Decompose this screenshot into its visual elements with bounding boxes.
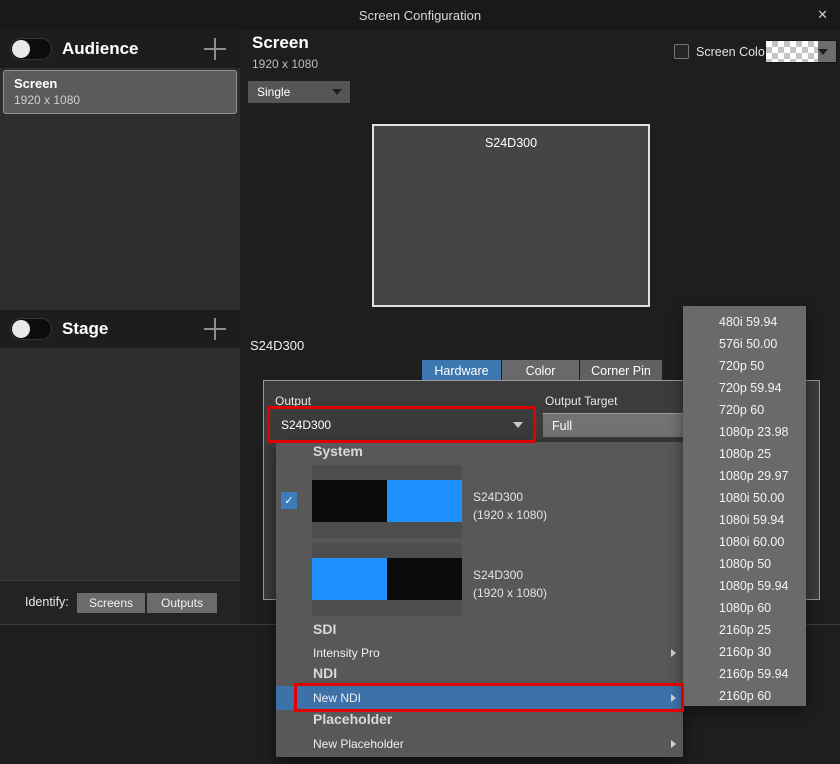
add-audience-screen-icon[interactable] — [204, 38, 226, 60]
selected-monitor-icon — [387, 480, 462, 522]
annotation-new-ndi-highlight — [294, 683, 684, 712]
secondary-monitor-icon — [387, 558, 462, 600]
submenu-item[interactable]: 720p 60 — [683, 399, 806, 421]
display-2-name: S24D300 — [473, 566, 547, 584]
display-arrangement-icon — [312, 480, 462, 522]
annotation-output-dropdown-highlight — [267, 406, 536, 443]
toggle-knob-icon — [12, 40, 30, 58]
output-target-label: Output Target — [545, 394, 618, 408]
display-2-resolution: (1920 x 1080) — [473, 584, 547, 602]
display-1-resolution: (1920 x 1080) — [473, 506, 547, 524]
tab-hardware[interactable]: Hardware — [422, 360, 501, 382]
screen-item-resolution: 1920 x 1080 — [14, 93, 226, 107]
submenu-arrow-icon — [671, 649, 676, 657]
screen-item-title: Screen — [14, 76, 226, 91]
submenu-item[interactable]: 1080p 23.98 — [683, 421, 806, 443]
submenu-item[interactable]: 720p 59.94 — [683, 377, 806, 399]
menu-item-display-1[interactable] — [312, 465, 462, 538]
submenu-item[interactable]: 1080p 29.97 — [683, 465, 806, 487]
submenu-item[interactable]: 1080p 25 — [683, 443, 806, 465]
display-1-name: S24D300 — [473, 488, 547, 506]
window-title: Screen Configuration — [359, 8, 481, 23]
stage-label: Stage — [62, 319, 108, 339]
identify-label: Identify: — [25, 595, 69, 609]
audience-label: Audience — [62, 39, 139, 59]
arrangement-value: Single — [248, 85, 332, 99]
toggle-knob-icon — [12, 320, 30, 338]
output-target-value: Full — [543, 419, 683, 433]
chevron-down-icon — [332, 89, 342, 95]
screen-color-swatch-dropdown[interactable] — [765, 40, 837, 63]
submenu-item[interactable]: 576i 50.00 — [683, 333, 806, 355]
main-screen-resolution: 1920 x 1080 — [252, 57, 318, 71]
sidebar: Audience Screen 1920 x 1080 Stage Identi… — [0, 30, 240, 625]
submenu-arrow-icon — [671, 740, 676, 748]
screen-color-label: Screen Color — [696, 45, 769, 59]
settings-tabs: Hardware Color Corner Pin — [422, 360, 663, 382]
submenu-item[interactable]: 2160p 25 — [683, 619, 806, 641]
check-icon: ✓ — [281, 492, 297, 509]
submenu-item[interactable]: 1080p 59.94 — [683, 575, 806, 597]
screen-configuration-window: Screen Configuration ✕ Audience Screen 1… — [0, 0, 840, 764]
menu-section-ndi: NDI — [313, 665, 337, 681]
menu-section-system: System — [313, 443, 363, 459]
display-2-label: S24D300 (1920 x 1080) — [473, 566, 547, 602]
submenu-item[interactable]: 1080i 60.00 — [683, 531, 806, 553]
menu-section-sdi: SDI — [313, 621, 336, 637]
close-icon[interactable]: ✕ — [817, 7, 828, 23]
swatch-arrow-section — [818, 41, 836, 62]
submenu-item[interactable]: 480i 59.94 — [683, 311, 806, 333]
screen-color-checkbox[interactable] — [674, 44, 689, 59]
menu-section-placeholder: Placeholder — [313, 711, 392, 727]
chevron-down-icon — [818, 49, 828, 55]
titlebar: Screen Configuration ✕ — [0, 0, 840, 30]
stage-header: Stage — [0, 310, 240, 348]
menu-item-intensity-pro[interactable]: Intensity Pro — [276, 642, 683, 664]
selected-monitor-icon — [312, 558, 387, 600]
submenu-item[interactable]: 2160p 30 — [683, 641, 806, 663]
tab-corner-pin[interactable]: Corner Pin — [580, 360, 662, 382]
secondary-monitor-icon — [312, 480, 387, 522]
audience-toggle[interactable] — [10, 38, 52, 60]
submenu-item[interactable]: 720p 50 — [683, 355, 806, 377]
add-stage-screen-icon[interactable] — [204, 318, 226, 340]
menu-item-display-2[interactable] — [312, 543, 462, 616]
identify-outputs-button[interactable]: Outputs — [147, 593, 217, 613]
submenu-item[interactable]: 1080i 50.00 — [683, 487, 806, 509]
preview-display-name: S24D300 — [374, 136, 648, 150]
sidebar-item-screen[interactable]: Screen 1920 x 1080 — [3, 70, 237, 114]
stage-toggle[interactable] — [10, 318, 52, 340]
display-1-label: S24D300 (1920 x 1080) — [473, 488, 547, 524]
output-section-title: S24D300 — [250, 338, 304, 353]
main-screen-title: Screen — [252, 33, 309, 53]
identify-bar: Identify: Screens Outputs — [0, 580, 240, 625]
audience-header: Audience — [0, 30, 240, 68]
submenu-item[interactable]: 1080p 60 — [683, 597, 806, 619]
menu-item-new-placeholder[interactable]: New Placeholder — [276, 733, 683, 755]
tab-color[interactable]: Color — [502, 360, 579, 382]
submenu-item[interactable]: 1080i 59.94 — [683, 509, 806, 531]
submenu-item[interactable]: 2160p 59.94 — [683, 663, 806, 685]
submenu-item[interactable]: 2160p 60 — [683, 685, 806, 707]
arrangement-dropdown[interactable]: Single — [248, 81, 350, 103]
output-target-dropdown[interactable]: Full — [543, 413, 683, 437]
screen-preview[interactable]: S24D300 — [372, 124, 650, 307]
transparency-checker-icon — [766, 41, 818, 62]
submenu-item[interactable]: 1080p 50 — [683, 553, 806, 575]
display-arrangement-icon — [312, 558, 462, 600]
resolution-submenu: 480i 59.94 576i 50.00 720p 50 720p 59.94… — [683, 306, 806, 706]
identify-screens-button[interactable]: Screens — [77, 593, 145, 613]
